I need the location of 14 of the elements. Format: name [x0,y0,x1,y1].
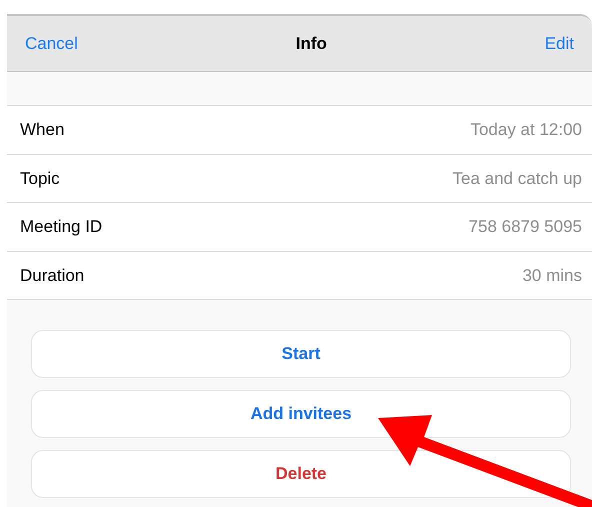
detail-value: Tea and catch up [452,168,582,190]
action-button[interactable]: Start [31,330,571,378]
detail-value: 30 mins [522,264,582,286]
detail-label: When [20,119,64,141]
detail-label: Duration [20,264,84,286]
cancel-button[interactable]: Cancel [25,30,78,56]
detail-value: Today at 12:00 [470,119,582,141]
action-button[interactable]: Add invitees [31,390,571,438]
window-title: Info [296,32,327,55]
detail-label: Meeting ID [20,216,102,238]
detail-value: 758 6879 5095 [468,216,582,238]
delete-button[interactable]: Delete [31,450,571,498]
edit-button[interactable]: Edit [544,30,574,56]
detail-label: Topic [20,168,60,190]
